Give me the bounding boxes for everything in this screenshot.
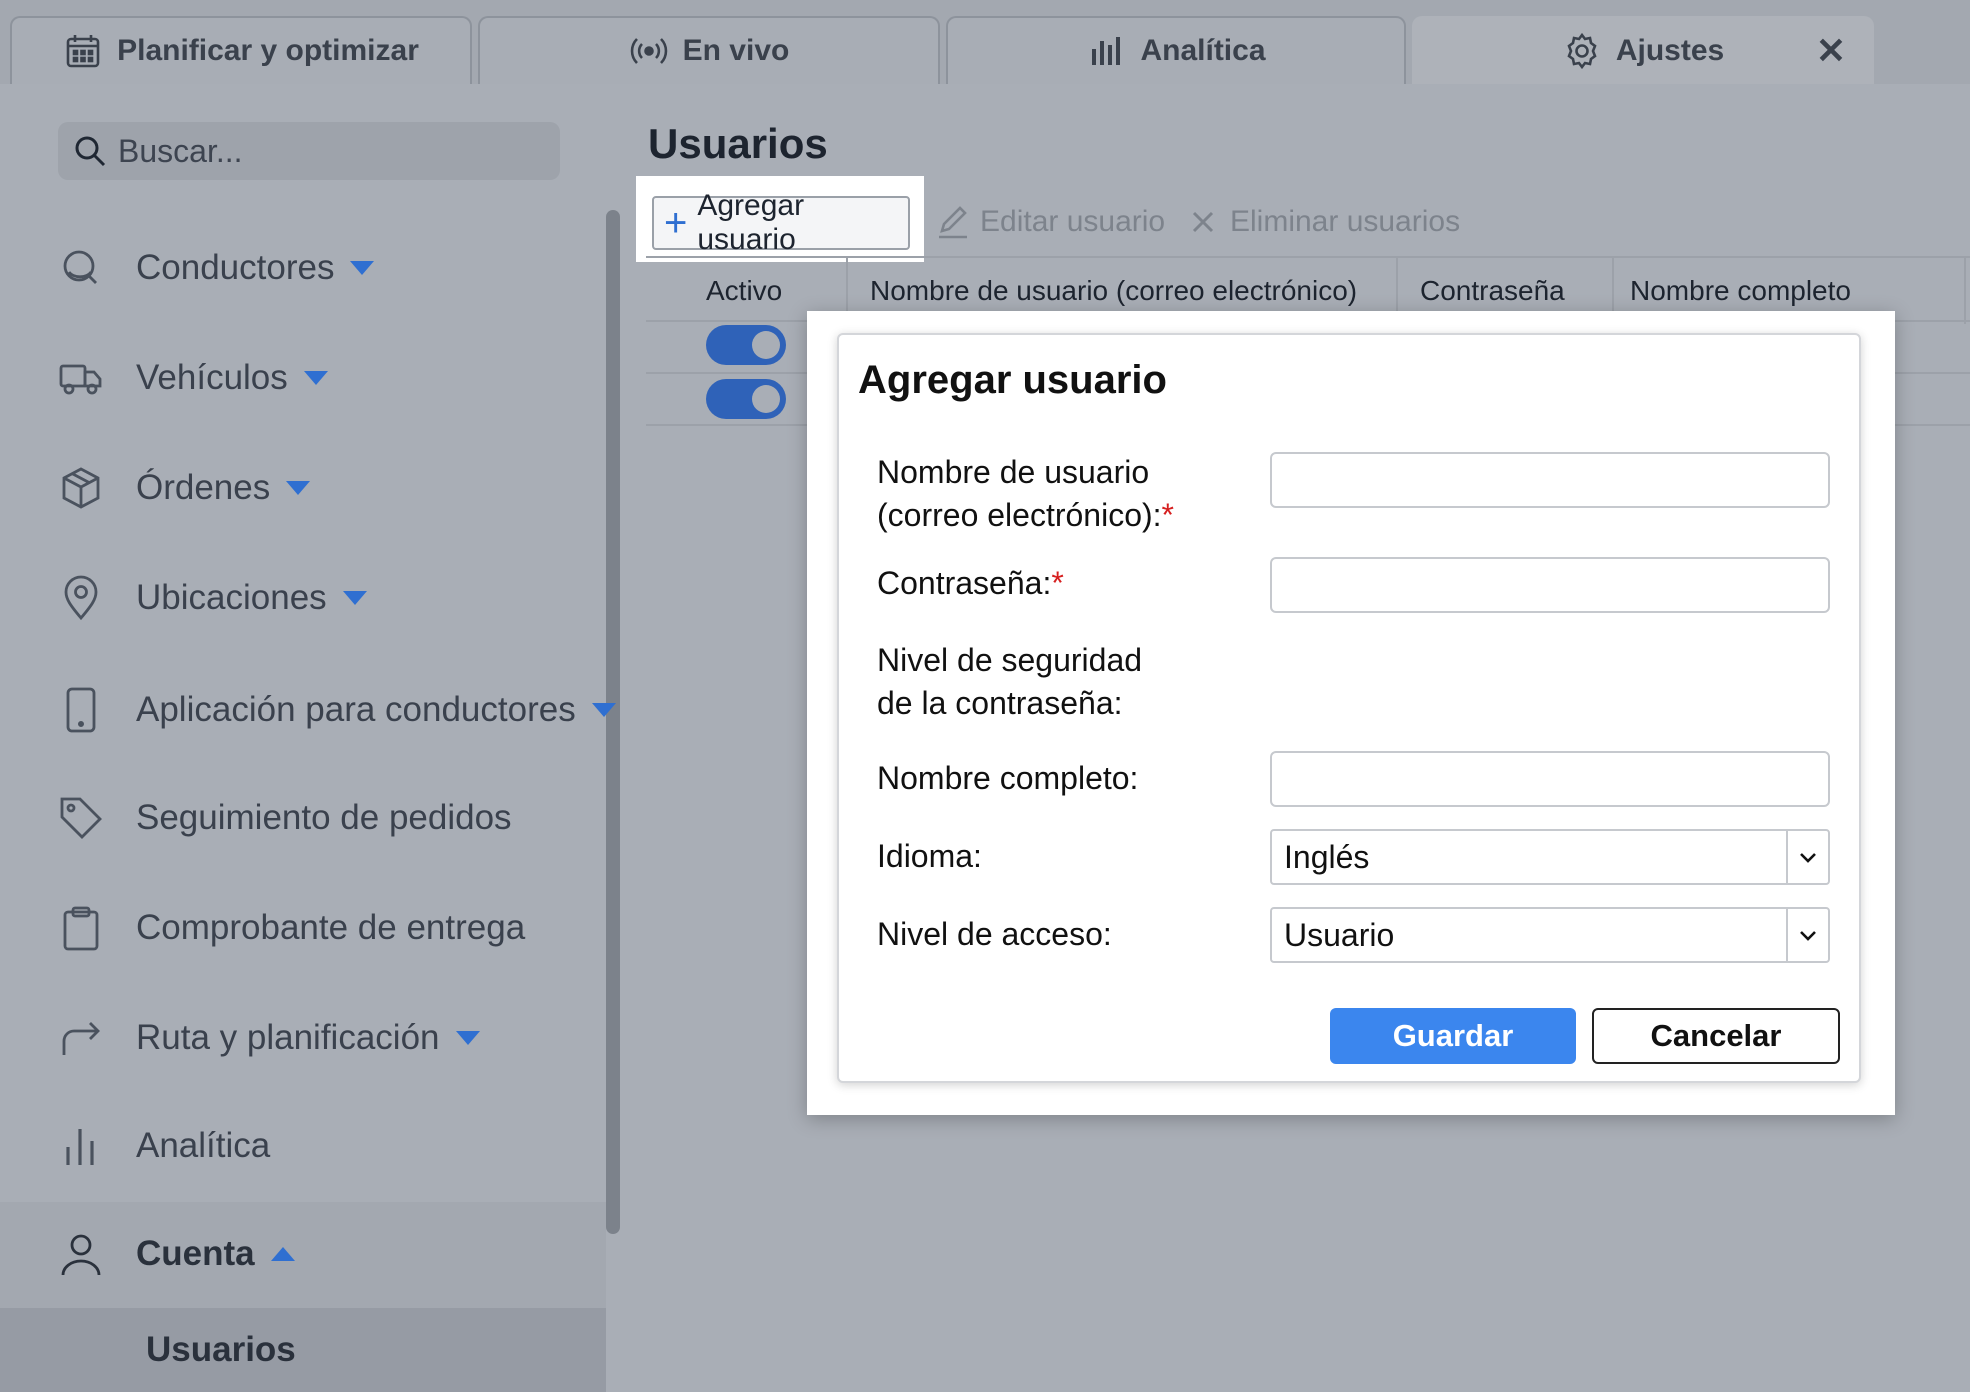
- analytics-icon: [66, 1129, 94, 1165]
- column-divider: [1964, 258, 1966, 324]
- fullname-label: Nombre completo:: [877, 760, 1139, 796]
- sidebar-item-label: Vehículos: [136, 358, 288, 397]
- sidebar-item-label: Comprobante de entrega: [136, 908, 526, 947]
- sidebar-item-cuenta[interactable]: Cuenta: [58, 1224, 295, 1284]
- chevron-down-icon: [303, 371, 328, 385]
- sidebar-item-label: Conductores: [136, 248, 335, 287]
- chevron-down-icon: [1800, 931, 1816, 941]
- gear-icon: [1567, 32, 1597, 70]
- sidebar-item-label: Analítica: [136, 1126, 271, 1165]
- pencil-icon: [939, 206, 967, 239]
- search-placeholder: Buscar...: [118, 132, 243, 169]
- password-strength-label: Nivel de seguridad de la contraseña:: [877, 639, 1142, 725]
- column-header-activo[interactable]: Activo: [706, 258, 782, 324]
- username-label-line2: (correo electrónico):*: [877, 494, 1174, 537]
- tab-analitica[interactable]: Analítica: [946, 16, 1406, 84]
- password-label-text: Contraseña:: [877, 565, 1052, 601]
- tab-en-vivo[interactable]: En vivo: [478, 16, 940, 84]
- page-title: Usuarios: [648, 120, 828, 167]
- active-toggle[interactable]: [706, 325, 786, 365]
- sidebar-item-aplicacion-conductores[interactable]: Aplicación para conductores: [58, 680, 616, 740]
- edit-user-label: Editar usuario: [980, 205, 1166, 238]
- sidebar-item-label: Aplicación para conductores: [136, 690, 576, 729]
- sidebar-item-ubicaciones[interactable]: Ubicaciones: [58, 568, 367, 628]
- sidebar-item-analitica[interactable]: Analítica: [58, 1116, 270, 1176]
- chevron-down-icon: [455, 1031, 480, 1045]
- tag-icon: [60, 797, 102, 839]
- dialog-title: Agregar usuario: [858, 358, 1167, 402]
- drivers-icon: [63, 250, 97, 284]
- password-label: Contraseña:*: [877, 562, 1064, 605]
- add-user-label: Agregar usuario: [697, 189, 805, 256]
- tab-label: Planificar y optimizar: [117, 34, 419, 67]
- phone-icon: [66, 687, 96, 733]
- sidebar-item-label: Seguimiento de pedidos: [136, 798, 512, 837]
- sidebar-subitem-label: Usuarios: [146, 1330, 296, 1369]
- username-label-text: (correo electrónico):: [877, 497, 1162, 533]
- chevron-down-icon: [591, 703, 616, 717]
- plus-icon: +: [664, 201, 688, 245]
- language-value: Inglés: [1284, 838, 1370, 875]
- sidebar-item-label: Órdenes: [136, 468, 271, 507]
- tab-label: Ajustes: [1615, 34, 1725, 67]
- close-tab-button[interactable]: ✕: [1816, 30, 1846, 72]
- clipboard-icon: [63, 906, 99, 951]
- sidebar-item-label: Ubicaciones: [136, 578, 327, 617]
- password-input[interactable]: [1270, 557, 1830, 613]
- package-icon: [62, 467, 100, 509]
- route-arrow-icon: [62, 1022, 100, 1055]
- tab-bar: Planificar y optimizar En vivo Analítica…: [0, 0, 1970, 84]
- add-user-button[interactable]: + Agregar usuario: [652, 189, 910, 256]
- sidebar-item-comprobante-entrega[interactable]: Comprobante de entrega: [58, 898, 525, 958]
- required-mark: *: [1051, 565, 1064, 601]
- sidebar-item-seguimiento-pedidos[interactable]: Seguimiento de pedidos: [58, 788, 512, 848]
- close-icon: [1192, 211, 1214, 233]
- username-input[interactable]: [1270, 452, 1830, 508]
- tab-planificar[interactable]: Planificar y optimizar: [10, 16, 472, 84]
- broadcast-icon: [630, 38, 667, 64]
- save-button[interactable]: Guardar: [1330, 1008, 1576, 1064]
- edit-user-button[interactable]: Editar usuario: [936, 200, 1165, 244]
- sidebar-item-ruta-planificacion[interactable]: Ruta y planificación: [58, 1008, 480, 1068]
- required-mark: *: [1161, 497, 1174, 533]
- access-level-label: Nivel de acceso:: [877, 916, 1112, 952]
- search-box[interactable]: Buscar...: [58, 122, 560, 180]
- sidebar: Buscar... Conductores Vehículos Órdenes …: [0, 84, 622, 1392]
- chevron-down-icon: [342, 591, 367, 605]
- sidebar-item-ordenes[interactable]: Órdenes: [58, 458, 311, 518]
- access-dropdown-button[interactable]: [1786, 909, 1828, 961]
- sidebar-item-label: Ruta y planificación: [136, 1018, 440, 1057]
- chevron-down-icon: [1800, 853, 1816, 863]
- sidebar-item-label: Cuenta: [136, 1234, 255, 1273]
- search-icon: [75, 136, 106, 167]
- username-label-line1: Nombre de usuario: [877, 454, 1150, 490]
- chevron-up-icon: [270, 1247, 295, 1261]
- delete-users-button[interactable]: Eliminar usuarios: [1186, 200, 1460, 244]
- tab-ajustes[interactable]: Ajustes ✕: [1412, 16, 1874, 84]
- user-icon: [61, 1234, 101, 1276]
- delete-users-label: Eliminar usuarios: [1230, 205, 1461, 238]
- tab-label: En vivo: [682, 34, 790, 67]
- bar-chart-icon: [1092, 37, 1121, 65]
- sidebar-subitem-usuarios[interactable]: Usuarios: [0, 1308, 606, 1392]
- location-pin-icon: [64, 575, 98, 621]
- language-dropdown-button[interactable]: [1786, 831, 1828, 883]
- sidebar-item-vehiculos[interactable]: Vehículos: [58, 348, 328, 408]
- tab-label: Analítica: [1140, 34, 1266, 67]
- language-label: Idioma:: [877, 838, 982, 874]
- username-label: Nombre de usuario (correo electrónico):*: [877, 451, 1174, 537]
- access-level-select[interactable]: Usuario: [1270, 907, 1830, 963]
- truck-icon: [59, 364, 102, 395]
- fullname-input[interactable]: [1270, 751, 1830, 807]
- access-level-value: Usuario: [1284, 916, 1395, 953]
- language-select[interactable]: Inglés: [1270, 829, 1830, 885]
- chevron-down-icon: [350, 261, 375, 275]
- strength-label-line1: Nivel de seguridad: [877, 642, 1143, 678]
- chevron-down-icon: [286, 481, 311, 495]
- strength-label-line2: de la contraseña:: [877, 685, 1123, 721]
- calendar-icon: [66, 35, 100, 68]
- cancel-button[interactable]: Cancelar: [1592, 1008, 1840, 1064]
- active-toggle[interactable]: [706, 379, 786, 419]
- sidebar-item-conductores[interactable]: Conductores: [58, 238, 375, 298]
